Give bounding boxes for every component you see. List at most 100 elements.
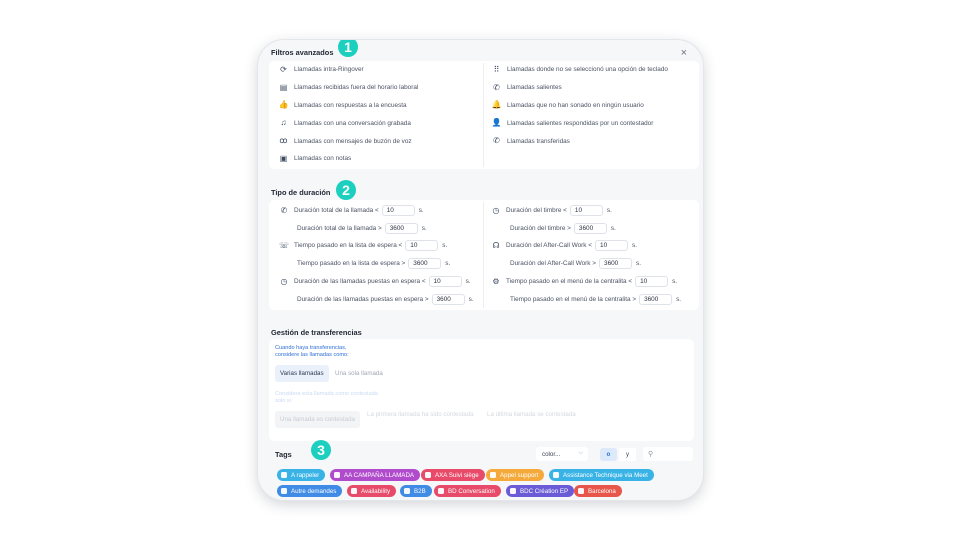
- tag-label: Availability: [361, 487, 391, 495]
- filters-card: ⟳ Llamadas intra-Ringover ▤ Llamadas rec…: [269, 61, 699, 169]
- filter-voicemail[interactable]: ꝏ Llamadas con mensajes de buzón de voz: [279, 132, 418, 150]
- duration-label: Duración total de la llamada <: [294, 207, 379, 214]
- tag-chip[interactable]: Availability: [347, 485, 397, 497]
- filter-intra-ringover[interactable]: ⟳ Llamadas intra-Ringover: [279, 61, 418, 79]
- step-badge-2: 2: [336, 180, 356, 200]
- ivr-time-min-input[interactable]: 10: [635, 276, 669, 287]
- filter-outgoing-calls[interactable]: ✆ Llamadas salientes: [492, 79, 668, 97]
- operator-or-button[interactable]: o: [600, 448, 617, 461]
- tag-chip[interactable]: BDC Création EP: [506, 485, 575, 497]
- ivr-time-max-row: Tiempo pasado en el menú de la centralit…: [510, 293, 681, 306]
- chevron-down-icon: ⌵: [578, 450, 583, 456]
- tag-label: BDC Création EP: [520, 487, 569, 495]
- filters-left-column: ⟳ Llamadas intra-Ringover ▤ Llamadas rec…: [279, 61, 419, 168]
- hold-time-min-input[interactable]: 10: [428, 276, 462, 287]
- unit-label: s.: [465, 278, 471, 285]
- ring-time-max-row: Duración del timbre > 3600 s.: [510, 222, 616, 235]
- filter-label: Llamadas donde no se seleccionó una opci…: [507, 66, 668, 74]
- voicemail-icon: ꝏ: [279, 136, 288, 146]
- tag-label: Barcelona: [588, 487, 616, 495]
- transfer-call-icon: ✆: [493, 136, 500, 146]
- filter-out-of-hours[interactable]: ▤ Llamadas recibidas fuera del horario l…: [279, 79, 419, 97]
- close-button[interactable]: ×: [681, 47, 687, 59]
- ring-clock-icon: ◷: [492, 206, 500, 215]
- filter-transferred[interactable]: ✆ Llamadas transferidas: [492, 132, 668, 150]
- music-note-icon: ♫: [280, 118, 287, 128]
- ivr-time-max-input[interactable]: 3600: [639, 294, 673, 305]
- tag-chip[interactable]: A rappeler: [277, 469, 326, 481]
- duration-label: Tiempo pasado en el menú de la centralit…: [506, 278, 633, 285]
- checkbox-icon: [281, 472, 287, 478]
- ring-time-min-input[interactable]: 10: [569, 205, 603, 216]
- acw-time-max-row: Duración del After-Call Work > 3600 s.: [510, 257, 641, 270]
- checkbox-icon: [490, 472, 496, 478]
- checkbox-icon: [404, 488, 410, 494]
- last-answered-option[interactable]: La última llamada se contestada: [487, 411, 576, 418]
- tag-label: BD Conversation: [448, 487, 495, 495]
- tag-label: Appel support: [500, 471, 539, 479]
- tag-chip[interactable]: Appel support: [486, 469, 545, 481]
- unit-label: s.: [468, 296, 474, 303]
- tag-chip[interactable]: BD Conversation: [434, 485, 501, 497]
- tag-search-input[interactable]: ⚲: [643, 447, 693, 461]
- note-icon: ▣: [279, 153, 288, 163]
- queue-icon: ☏: [279, 241, 290, 250]
- duration-total-min-input[interactable]: 10: [381, 205, 415, 216]
- headset-icon: ☊: [492, 241, 500, 250]
- tag-chip[interactable]: B2B: [400, 485, 432, 497]
- unit-label: s.: [606, 207, 612, 214]
- unit-label: s.: [421, 225, 427, 232]
- queue-time-min-row: ☏ Tiempo pasado en la lista de espera < …: [279, 239, 447, 252]
- duration-label: Duración de las llamadas puestas en espe…: [294, 278, 426, 285]
- checkbox-icon: [334, 472, 340, 478]
- tag-label: Autre demandes: [291, 487, 337, 495]
- color-select[interactable]: color... ⌵: [536, 447, 588, 461]
- column-divider: [483, 202, 484, 308]
- unit-label: s.: [418, 207, 424, 214]
- single-call-option[interactable]: Una sola llamada: [331, 365, 387, 382]
- tag-chip[interactable]: AA CAMPAÑA LLAMADA: [330, 469, 421, 481]
- filter-label: Llamadas con notas: [294, 155, 352, 163]
- search-icon: ⚲: [648, 451, 654, 458]
- ring-time-min-row: ◷ Duración del timbre < 10 s.: [491, 204, 612, 217]
- unit-label: s.: [445, 260, 451, 267]
- first-answered-option[interactable]: La primera llamada ha sido contestada: [367, 411, 474, 418]
- ring-time-max-input[interactable]: 3600: [573, 223, 607, 234]
- filter-label: Llamadas con mensajes de buzón de voz: [294, 137, 412, 145]
- duration-total-min-row: ✆ Duración total de la llamada < 10 s.: [279, 204, 424, 217]
- acw-time-max-input[interactable]: 3600: [599, 258, 633, 269]
- filter-survey-answers[interactable]: 👍 Llamadas con respuestas a la encuesta: [279, 97, 418, 115]
- queue-time-min-input[interactable]: 10: [405, 240, 439, 251]
- one-answered-option[interactable]: Una llamada es contestada: [275, 411, 360, 428]
- checkbox-icon: [553, 472, 559, 478]
- unit-label: s.: [672, 278, 678, 285]
- filter-label: Llamadas con una conversación grabada: [294, 119, 411, 127]
- filter-recorded-conversation[interactable]: ♫ Llamadas con una conversación grabada: [279, 114, 418, 132]
- queue-time-max-input[interactable]: 3600: [408, 258, 442, 269]
- duration-total-max-input[interactable]: 3600: [384, 223, 418, 234]
- hold-icon: ◷: [280, 277, 288, 286]
- acw-time-min-input[interactable]: 10: [595, 240, 629, 251]
- transfers-title: Gestión de transferencias: [271, 328, 362, 337]
- hold-time-max-input[interactable]: 3600: [431, 294, 465, 305]
- filter-label: Llamadas con respuestas a la encuesta: [294, 101, 407, 109]
- duration-label: Duración total de la llamada >: [297, 225, 382, 232]
- tag-chip[interactable]: Assistance Technique via Meet: [549, 469, 654, 481]
- filter-notes[interactable]: ▣ Llamadas con notas: [279, 150, 418, 168]
- acw-time-min-row: ☊ Duración del After-Call Work < 10 s.: [491, 239, 637, 252]
- tag-chip[interactable]: Barcelona: [574, 485, 622, 497]
- ivr-time-min-row: ⚙ Tiempo pasado en el menú de la central…: [491, 275, 677, 288]
- column-divider: [483, 63, 484, 167]
- tag-chip[interactable]: AXA Suivi siège: [421, 469, 485, 481]
- tag-label: AXA Suivi siège: [435, 471, 479, 479]
- loop-arrows-icon: ⟳: [280, 64, 287, 74]
- filter-no-keypad-option[interactable]: ⠿ Llamadas donde no se seleccionó una op…: [492, 61, 668, 79]
- duration-title: Tipo de duración: [271, 188, 331, 197]
- step-badge-3: 3: [311, 440, 331, 460]
- multiple-calls-option[interactable]: Varias llamadas: [275, 365, 329, 382]
- operator-and-button[interactable]: y: [619, 448, 636, 461]
- filter-answering-machine[interactable]: 👤 Llamadas salientes respondidas por un …: [492, 114, 668, 132]
- filter-not-rung[interactable]: 🔔 Llamadas que no han sonado en ningún u…: [492, 97, 668, 115]
- advanced-filters-dialog: × Filtros avanzados 1 ⟳ Llamadas intra-R…: [258, 40, 703, 500]
- tag-chip[interactable]: Autre demandes: [277, 485, 343, 497]
